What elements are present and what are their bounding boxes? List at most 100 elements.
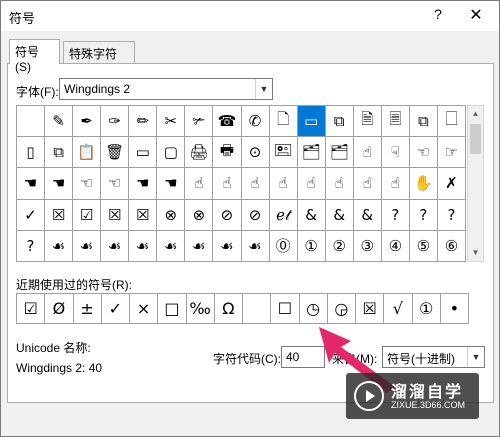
symbol-cell[interactable]: ☟ bbox=[381, 137, 410, 169]
symbol-cell[interactable]: ? bbox=[381, 199, 410, 231]
symbol-cell[interactable]: ☞ bbox=[437, 137, 466, 169]
symbol-cell[interactable]: ⊗ bbox=[157, 199, 186, 231]
symbol-grid-scrollbar[interactable]: ▲ ▼ bbox=[467, 105, 484, 262]
symbol-cell[interactable]: ③ bbox=[353, 230, 382, 262]
symbol-cell[interactable]: ✎ bbox=[45, 106, 74, 138]
symbol-cell[interactable]: ⊘ bbox=[241, 199, 270, 231]
symbol-cell[interactable]: 🖨 bbox=[185, 137, 214, 169]
recent-symbol-cell[interactable] bbox=[243, 294, 272, 324]
symbol-cell[interactable]: ✂ bbox=[157, 106, 186, 138]
symbol-cell[interactable]: ? bbox=[437, 199, 466, 231]
symbol-cell[interactable]: ☝ bbox=[353, 168, 382, 200]
recent-symbol-cell[interactable]: ‰ bbox=[186, 294, 215, 324]
symbol-cell[interactable] bbox=[17, 106, 46, 138]
symbol-cell[interactable]: ✏ bbox=[129, 106, 158, 138]
recent-symbol-cell[interactable]: • bbox=[440, 294, 469, 324]
symbol-cell[interactable]: 🗋 bbox=[269, 106, 298, 138]
tab-special-characters[interactable]: 特殊字符(P) bbox=[63, 41, 135, 76]
symbol-cell[interactable]: ☙ bbox=[73, 230, 102, 262]
symbol-cell[interactable]: ☝ bbox=[241, 168, 270, 200]
symbol-cell[interactable]: ✆ bbox=[241, 106, 270, 138]
close-button[interactable]: ✕ bbox=[466, 5, 486, 25]
symbol-cell[interactable]: ⧉ bbox=[45, 137, 74, 169]
symbol-cell[interactable]: ☙ bbox=[213, 230, 242, 262]
symbol-cell[interactable]: ☝ bbox=[381, 168, 410, 200]
symbol-cell[interactable]: ☝ bbox=[325, 168, 354, 200]
symbol-cell[interactable]: ⓪ bbox=[269, 230, 298, 262]
recent-symbol-cell[interactable]: Ω bbox=[214, 294, 243, 324]
symbol-cell[interactable]: ☝ bbox=[213, 168, 242, 200]
symbol-cell[interactable]: ① bbox=[297, 230, 326, 262]
recent-symbol-cell[interactable]: □ bbox=[158, 294, 187, 324]
symbol-cell[interactable]: 🗑 bbox=[101, 137, 130, 169]
symbol-cell[interactable]: ☝ bbox=[269, 168, 298, 200]
symbol-cell[interactable]: 🖭 bbox=[269, 137, 298, 169]
symbol-cell[interactable]: & bbox=[353, 199, 382, 231]
recent-symbol-cell[interactable]: ◷ bbox=[299, 294, 328, 324]
symbol-cell[interactable]: ☜ bbox=[73, 168, 102, 200]
symbol-cell[interactable]: ✃ bbox=[185, 106, 214, 138]
from-select[interactable]: 符号(十进制) ▼ bbox=[382, 346, 485, 368]
symbol-cell[interactable]: ☎ bbox=[213, 106, 242, 138]
symbol-cell[interactable]: ☙ bbox=[185, 230, 214, 262]
tab-symbols[interactable]: 符号(S) bbox=[9, 39, 60, 74]
recent-symbol-cell[interactable]: ① bbox=[412, 294, 441, 324]
symbol-cell[interactable]: ⊘ bbox=[213, 199, 242, 231]
symbol-cell[interactable]: ✒ bbox=[73, 106, 102, 138]
recent-symbol-cell[interactable]: √ bbox=[384, 294, 413, 324]
symbol-cell[interactable]: ✓ bbox=[17, 199, 46, 231]
symbol-cell[interactable]: ☚ bbox=[17, 168, 46, 200]
symbol-cell[interactable]: ☒ bbox=[45, 199, 74, 231]
symbol-cell[interactable]: ☙ bbox=[101, 230, 130, 262]
symbol-cell[interactable]: ⑥ bbox=[437, 230, 466, 262]
symbol-cell[interactable]: & bbox=[325, 199, 354, 231]
symbol-cell[interactable]: ☝ bbox=[353, 137, 382, 169]
recent-symbol-cell[interactable]: ◶ bbox=[327, 294, 356, 324]
symbol-cell[interactable]: ☚ bbox=[157, 168, 186, 200]
recent-symbol-cell[interactable]: ☑ bbox=[17, 294, 46, 324]
symbol-cell[interactable]: ✗ bbox=[437, 168, 466, 200]
symbol-cell[interactable]: ? bbox=[17, 230, 46, 262]
symbol-cell[interactable]: 🗏 bbox=[381, 106, 410, 138]
symbol-cell[interactable]: ⊗ bbox=[185, 199, 214, 231]
symbol-cell[interactable]: 🗂 bbox=[297, 137, 326, 169]
symbol-cell[interactable]: ? bbox=[409, 199, 438, 231]
symbol-cell[interactable]: ☙ bbox=[45, 230, 74, 262]
symbol-cell[interactable]: ▭ bbox=[297, 106, 326, 138]
recent-symbol-cell[interactable]: ✓ bbox=[101, 294, 130, 324]
symbol-cell[interactable]: ⑤ bbox=[409, 230, 438, 262]
symbol-cell[interactable]: ④ bbox=[381, 230, 410, 262]
recent-symbol-cell[interactable]: ☐ bbox=[271, 294, 300, 324]
symbol-cell[interactable]: 🗌 bbox=[437, 106, 466, 138]
symbol-cell[interactable]: 🗎 bbox=[353, 106, 382, 138]
symbol-cell[interactable]: 📋 bbox=[73, 137, 102, 169]
symbol-cell[interactable]: ✑ bbox=[101, 106, 130, 138]
symbol-cell[interactable]: ☙ bbox=[129, 230, 158, 262]
symbol-cell[interactable]: ☝ bbox=[297, 168, 326, 200]
symbol-cell[interactable]: 🗂 bbox=[325, 137, 354, 169]
scroll-down-icon[interactable]: ▼ bbox=[468, 245, 483, 261]
symbol-cell[interactable]: ☚ bbox=[129, 168, 158, 200]
symbol-cell[interactable]: ⊙ bbox=[241, 137, 270, 169]
symbol-cell[interactable]: ⧉ bbox=[325, 106, 354, 138]
symbol-cell[interactable]: ☜ bbox=[409, 137, 438, 169]
symbol-cell[interactable]: ▯ bbox=[17, 137, 46, 169]
recent-symbol-cell[interactable]: ☒ bbox=[356, 294, 385, 324]
symbol-cell[interactable]: ☙ bbox=[241, 230, 270, 262]
symbol-cell[interactable]: ✋ bbox=[409, 168, 438, 200]
symbol-cell[interactable]: ☝ bbox=[185, 168, 214, 200]
scroll-up-icon[interactable]: ▲ bbox=[468, 106, 483, 122]
recent-symbol-cell[interactable]: ± bbox=[73, 294, 102, 324]
font-select[interactable]: Wingdings 2 ▼ bbox=[59, 78, 273, 100]
scrollbar-thumb[interactable] bbox=[470, 124, 481, 154]
symbol-cell[interactable]: ☙ bbox=[157, 230, 186, 262]
help-button[interactable]: ? bbox=[429, 6, 447, 26]
symbol-cell[interactable]: ☒ bbox=[129, 199, 158, 231]
symbol-cell[interactable]: ☒ bbox=[101, 199, 130, 231]
symbol-cell[interactable]: ⧉ bbox=[409, 106, 438, 138]
symbol-cell[interactable]: ☚ bbox=[45, 168, 74, 200]
symbol-cell[interactable]: ℯ𝓉 bbox=[269, 199, 298, 231]
symbol-cell[interactable]: ☜ bbox=[101, 168, 130, 200]
symbol-cell[interactable]: & bbox=[297, 199, 326, 231]
symbol-cell[interactable]: 🖶 bbox=[213, 137, 242, 169]
